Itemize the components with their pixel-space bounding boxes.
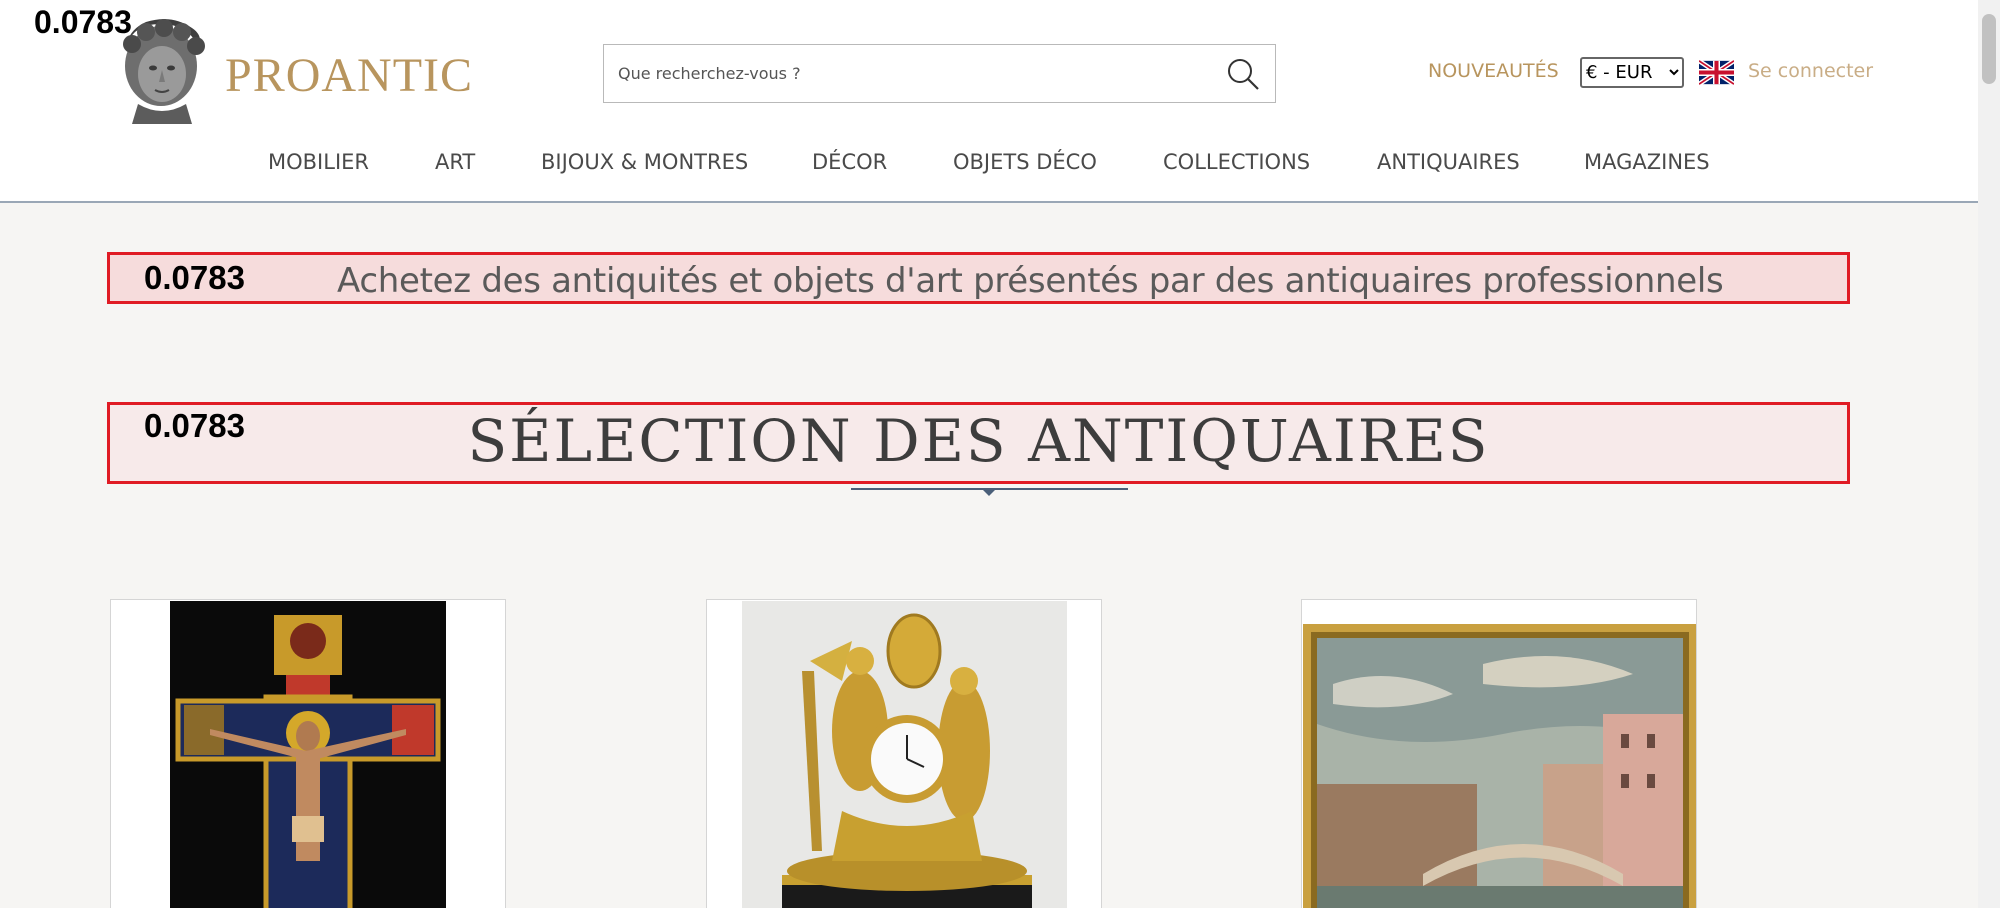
nav-item-magazines[interactable]: MAGAZINES: [1584, 150, 1710, 174]
tagline-banner: 0.0783 Achetez des antiquités et objets …: [107, 252, 1850, 304]
search-input[interactable]: [604, 45, 1204, 102]
currency-select[interactable]: € - EUR: [1580, 57, 1684, 88]
page-scrollbar[interactable]: [1978, 0, 2000, 908]
page: 0.0783 PROANTIC NOUVEAUTÉS: [0, 0, 2000, 908]
nav-item-objets-deco[interactable]: OBJETS DÉCO: [953, 150, 1097, 174]
search-icon: [1228, 59, 1259, 90]
section-title: SÉLECTION DES ANTIQUAIRES: [467, 407, 1490, 475]
scrollbar-thumb[interactable]: [1982, 14, 1996, 84]
gilt-clock-image: [742, 601, 1067, 908]
nav-item-antiquaires[interactable]: ANTIQUAIRES: [1377, 150, 1520, 174]
nav-item-decor[interactable]: DÉCOR: [812, 150, 887, 174]
venice-painting-image: [1303, 624, 1696, 908]
nav-item-bijoux-montres[interactable]: BIJOUX & MONTRES: [541, 150, 748, 174]
score-label-top: 0.0783: [34, 4, 132, 40]
search-box: [603, 44, 1276, 103]
product-card-venice-painting[interactable]: [1301, 599, 1697, 908]
site-header: 0.0783 PROANTIC NOUVEAUTÉS: [0, 0, 1978, 203]
nav-item-mobilier[interactable]: MOBILIER: [268, 150, 369, 174]
nouveautes-link[interactable]: NOUVEAUTÉS: [1428, 60, 1559, 82]
product-card-crucifix[interactable]: [110, 599, 506, 908]
product-card-clock[interactable]: [706, 599, 1102, 908]
nav-item-art[interactable]: ART: [435, 150, 475, 174]
nav-item-collections[interactable]: COLLECTIONS: [1163, 150, 1310, 174]
section-title-banner: 0.0783 SÉLECTION DES ANTIQUAIRES: [107, 402, 1850, 484]
title-divider-caret: [982, 489, 996, 496]
score-label: 0.0783: [144, 259, 245, 296]
search-button[interactable]: [1221, 53, 1265, 95]
uk-flag-icon[interactable]: [1699, 60, 1734, 85]
login-link[interactable]: Se connecter: [1748, 60, 1873, 82]
crucifix-painting-image: [170, 601, 446, 908]
tagline-text: Achetez des antiquités et objets d'art p…: [337, 261, 1724, 301]
main-nav: MOBILIER ART BIJOUX & MONTRES DÉCOR OBJE…: [0, 150, 1978, 180]
brand-logo-text[interactable]: PROANTIC: [225, 48, 473, 103]
